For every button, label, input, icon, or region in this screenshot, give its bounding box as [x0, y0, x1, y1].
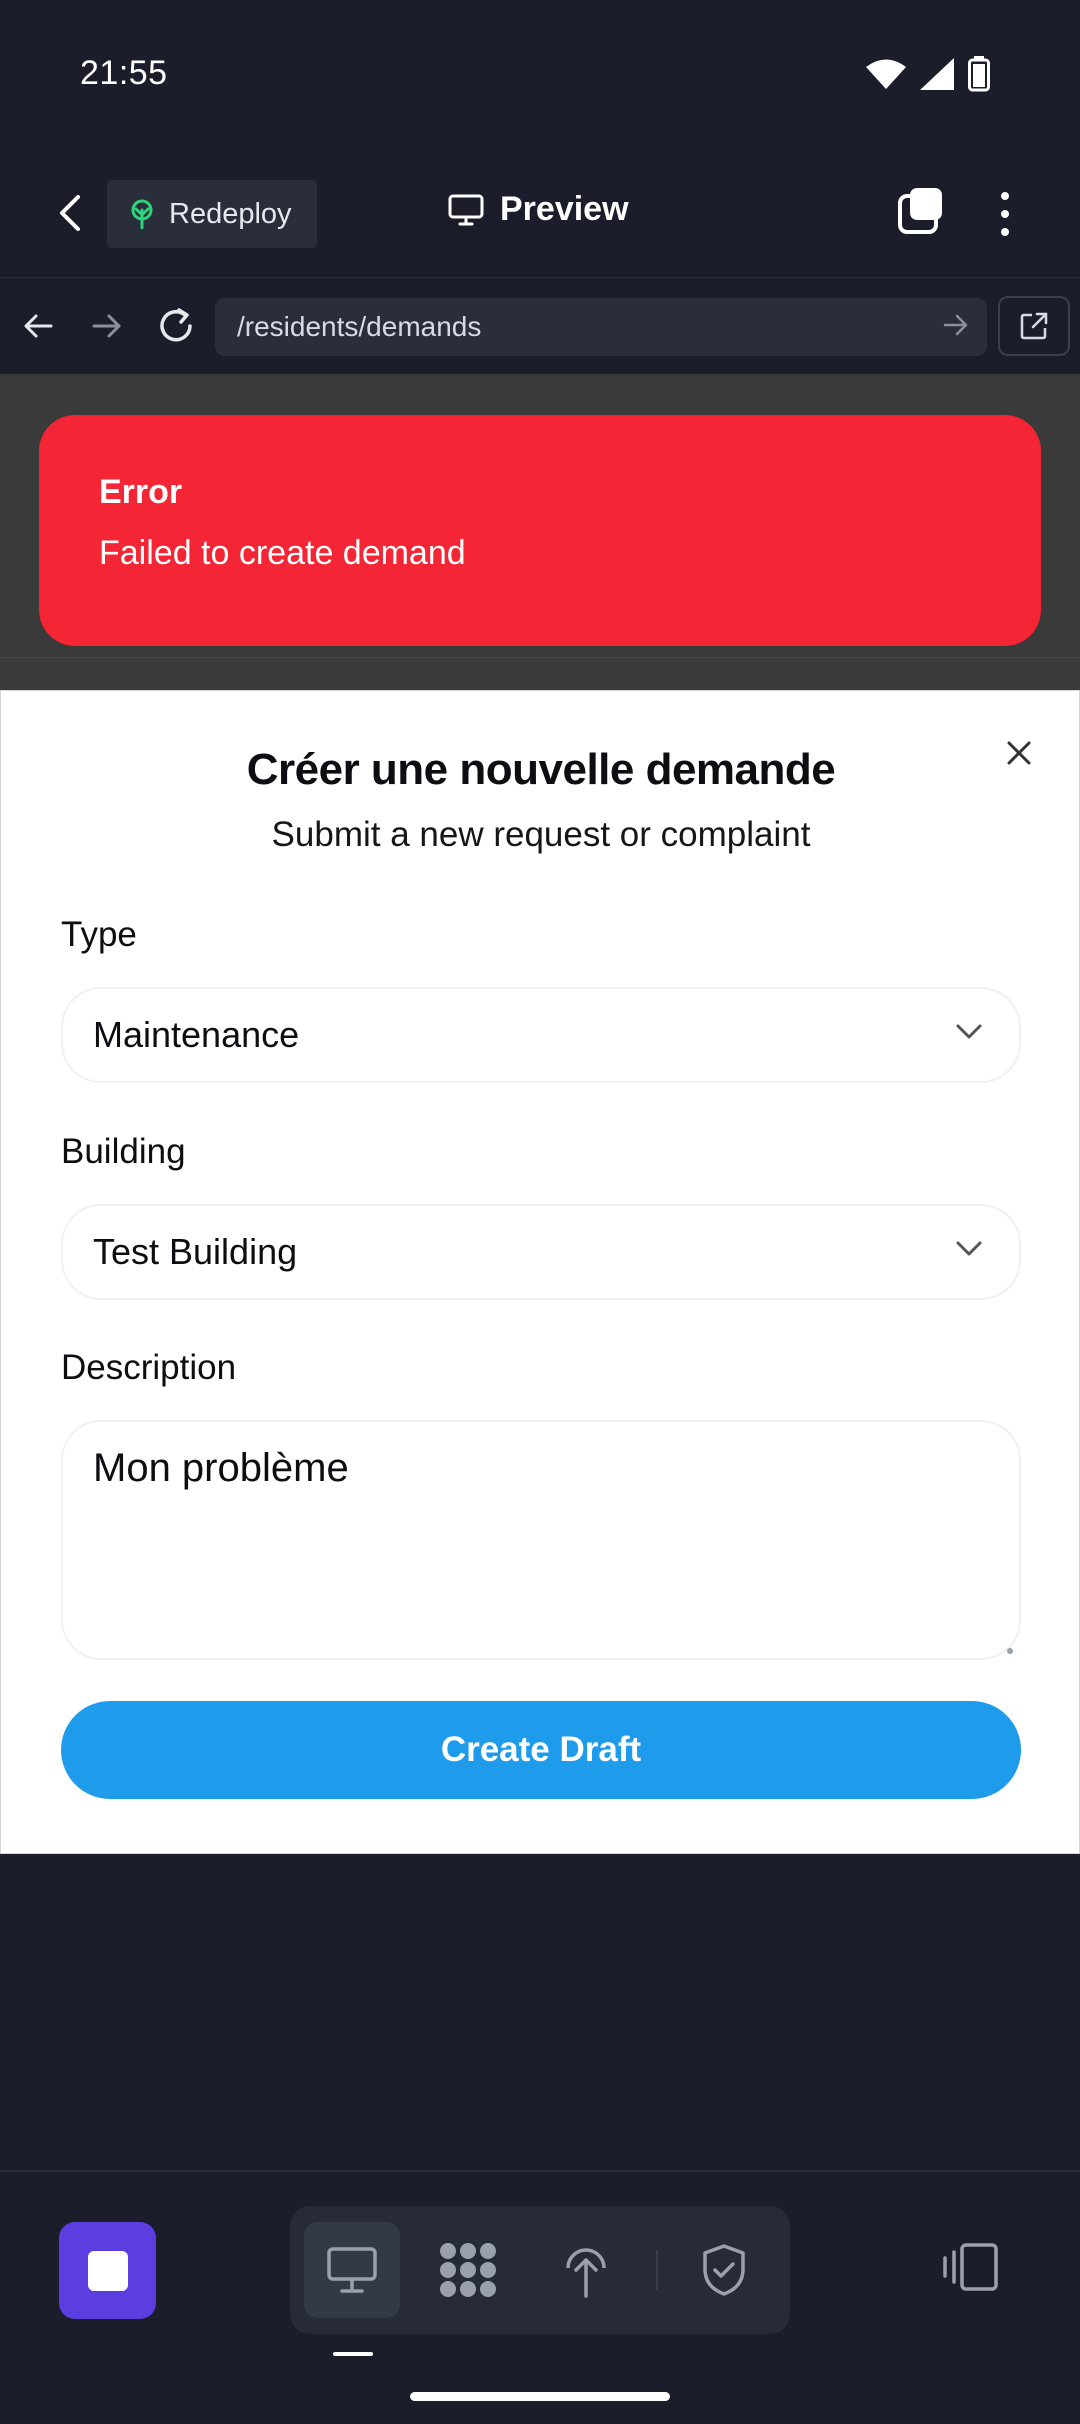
- arrow-right-icon: [92, 314, 121, 338]
- monitor-icon: [448, 194, 484, 225]
- preview-title: Preview: [448, 190, 629, 229]
- nav-back-button[interactable]: [14, 302, 62, 350]
- toast-title: Error: [99, 473, 183, 511]
- chevron-down-icon: [956, 1024, 982, 1039]
- app-stop-button[interactable]: [59, 2222, 156, 2319]
- desktop-icon: [327, 2247, 377, 2293]
- app-header: Redeploy Preview: [0, 150, 1080, 278]
- status-time: 21:55: [80, 54, 168, 92]
- battery-icon: [968, 56, 990, 97]
- back-button[interactable]: [50, 188, 90, 238]
- grid-dots-icon: [440, 2243, 496, 2297]
- agents-tool[interactable]: [420, 2222, 516, 2318]
- nav-forward-button[interactable]: [83, 302, 131, 350]
- building-label: Building: [61, 1132, 186, 1171]
- redeploy-label: Redeploy: [169, 197, 292, 230]
- security-tool[interactable]: [676, 2222, 772, 2318]
- more-vertical-icon[interactable]: [990, 188, 1020, 240]
- divider: [0, 657, 1080, 658]
- url-bar: /residents/demands: [0, 278, 1080, 374]
- preview-label: Preview: [500, 190, 629, 228]
- description-value: Mon problème: [93, 1446, 349, 1490]
- type-select[interactable]: Maintenance: [61, 987, 1021, 1083]
- external-link-icon: [1020, 312, 1048, 340]
- back-icon: [60, 195, 80, 231]
- building-value: Test Building: [93, 1231, 298, 1272]
- chevron-down-icon: [956, 1241, 982, 1256]
- description-textarea[interactable]: Mon problème: [61, 1420, 1021, 1660]
- reload-button[interactable]: [152, 302, 200, 350]
- home-indicator[interactable]: [410, 2392, 670, 2401]
- status-icons: [866, 56, 990, 97]
- open-external-button[interactable]: [998, 296, 1070, 356]
- deploy-icon: [566, 2248, 606, 2298]
- resize-handle[interactable]: [1007, 1648, 1013, 1654]
- shield-check-icon: [703, 2244, 745, 2296]
- desktop-tool[interactable]: [304, 2222, 400, 2318]
- arrow-left-icon: [24, 314, 53, 338]
- signal-icon: [920, 58, 954, 95]
- tabs-button[interactable]: [896, 186, 946, 236]
- active-tool-indicator: [333, 2352, 373, 2356]
- wifi-icon: [866, 58, 906, 95]
- tree-icon: [131, 199, 153, 229]
- dialog-title: Créer une nouvelle demande: [246, 745, 836, 794]
- stop-icon: [87, 2250, 128, 2291]
- create-draft-button[interactable]: Create Draft: [61, 1701, 1021, 1799]
- building-select[interactable]: Test Building: [61, 1204, 1021, 1300]
- web-preview: Error Failed to create demand Créer une …: [0, 374, 1080, 1854]
- redeploy-button[interactable]: Redeploy: [107, 180, 317, 248]
- phone-frame-icon: [943, 2243, 998, 2291]
- device-toggle-button[interactable]: [940, 2242, 1000, 2297]
- description-label: Description: [61, 1348, 237, 1387]
- error-toast[interactable]: Error Failed to create demand: [39, 415, 1041, 646]
- url-go-icon[interactable]: [943, 312, 969, 345]
- tool-divider: [656, 2250, 658, 2290]
- deploy-tool[interactable]: [538, 2222, 634, 2318]
- create-demand-dialog: Créer une nouvelle demande Submit a new …: [0, 690, 1080, 1854]
- type-value: Maintenance: [93, 1014, 300, 1055]
- type-label: Type: [61, 915, 137, 954]
- toast-message: Failed to create demand: [99, 534, 466, 572]
- reload-icon: [160, 308, 192, 342]
- tabs-icon: [898, 188, 942, 234]
- url-input[interactable]: /residents/demands: [215, 298, 987, 356]
- bottom-toolbar: [0, 2170, 1080, 2424]
- url-text: /residents/demands: [237, 311, 482, 342]
- tool-group: [290, 2206, 790, 2334]
- dialog-subtitle: Submit a new request or complaint: [271, 815, 811, 854]
- status-bar: 21:55: [0, 0, 1080, 150]
